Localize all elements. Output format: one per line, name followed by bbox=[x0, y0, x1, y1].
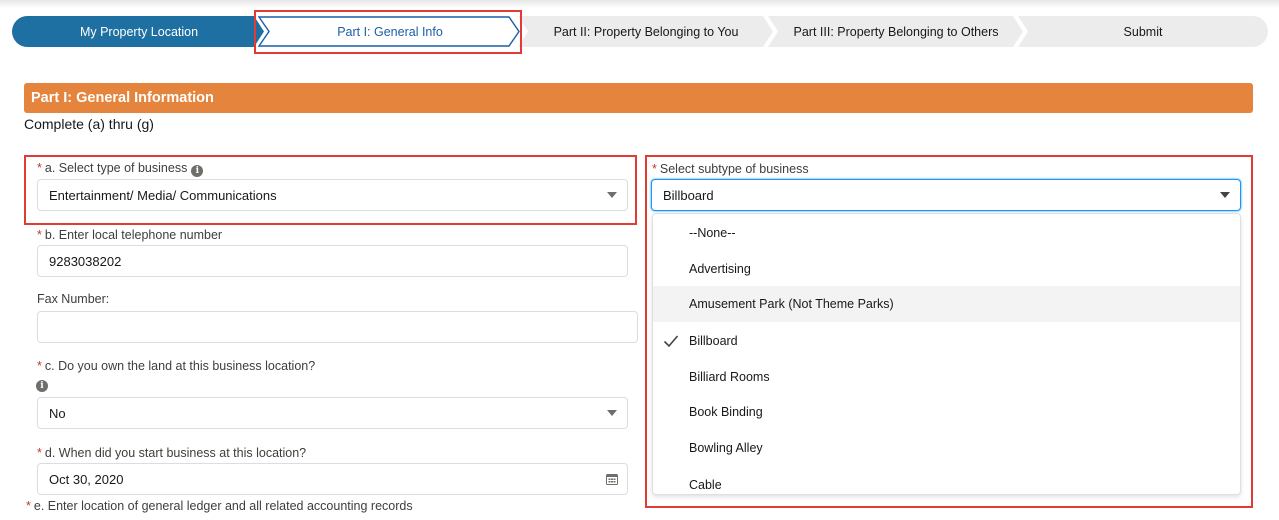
subtype-option-label: Advertising bbox=[689, 262, 751, 276]
ledger-label-text: e. Enter location of general ledger and … bbox=[33, 499, 413, 513]
subtype-option-label: Amusement Park (Not Theme Parks) bbox=[689, 297, 894, 311]
path-step-label: Part III: Property Belonging to Others bbox=[793, 24, 999, 39]
section-header: Part I: General Information bbox=[24, 83, 1253, 113]
subtype-option-selected[interactable]: Billboard bbox=[653, 323, 1240, 359]
subtype-select[interactable]: Billboard bbox=[651, 179, 1241, 211]
subtype-option[interactable]: --None-- bbox=[653, 215, 1240, 251]
path-step-label: My Property Location bbox=[79, 24, 199, 39]
own-land-value: No bbox=[49, 405, 66, 421]
subtype-option[interactable]: Cable bbox=[653, 467, 1240, 494]
path-step-label: Part I: General Info bbox=[337, 24, 443, 39]
start-date-label-text: d. When did you start business at this l… bbox=[44, 446, 307, 460]
subtype-value: Billboard bbox=[663, 187, 714, 203]
required-mark: * bbox=[37, 359, 42, 373]
subtype-option[interactable]: Advertising bbox=[653, 251, 1240, 287]
chevron-down-icon bbox=[607, 192, 617, 198]
subtype-option-label: Book Binding bbox=[689, 405, 763, 419]
subtype-option-label: Billboard bbox=[689, 334, 738, 348]
ledger-label: * e. Enter location of general ledger and… bbox=[26, 499, 413, 513]
business-type-label-text: a. Select type of business bbox=[44, 161, 188, 175]
info-icon[interactable]: i bbox=[191, 165, 204, 177]
business-type-value: Entertainment/ Media/ Communications bbox=[49, 187, 277, 203]
fax-label: Fax Number: bbox=[37, 292, 110, 306]
required-mark: * bbox=[652, 162, 657, 176]
own-land-label: * c. Do you own the land at this business… bbox=[37, 359, 315, 373]
path-step-label: Part II: Property Belonging to You bbox=[553, 24, 739, 39]
calendar-icon[interactable] bbox=[606, 473, 618, 485]
subtype-label: * Select subtype of business bbox=[652, 162, 809, 176]
start-date-input[interactable]: Oct 30, 2020 bbox=[37, 463, 628, 495]
path-step-submit[interactable]: Submit bbox=[1018, 16, 1268, 47]
telephone-value: 9283038202 bbox=[49, 253, 122, 269]
start-date-label: * d. When did you start business at this … bbox=[37, 446, 306, 460]
required-mark: * bbox=[37, 446, 42, 460]
start-date-value: Oct 30, 2020 bbox=[49, 471, 124, 487]
own-land-label-text: c. Do you own the land at this business … bbox=[44, 359, 316, 373]
subtype-label-text: Select subtype of business bbox=[659, 162, 809, 176]
path-step-property-belonging-to-others[interactable]: Part III: Property Belonging to Others bbox=[768, 16, 1024, 47]
fax-input[interactable] bbox=[37, 311, 638, 343]
business-type-select[interactable]: Entertainment/ Media/ Communications bbox=[37, 179, 628, 211]
subtype-option-label: Bowling Alley bbox=[689, 441, 763, 455]
progress-path: My Property Location Part I: General Inf… bbox=[12, 16, 1268, 47]
subtype-option-label: Billiard Rooms bbox=[689, 370, 770, 384]
chevron-down-icon bbox=[607, 410, 617, 416]
telephone-input[interactable]: 9283038202 bbox=[37, 245, 628, 277]
required-mark: * bbox=[37, 228, 42, 242]
top-edge bbox=[0, 0, 1279, 8]
required-mark: * bbox=[26, 499, 31, 513]
own-land-select[interactable]: No bbox=[37, 397, 628, 429]
section-subtitle: Complete (a) thru (g) bbox=[24, 116, 154, 132]
telephone-label-text: b. Enter local telephone number bbox=[44, 228, 223, 242]
check-icon bbox=[663, 335, 679, 348]
path-step-general-info[interactable]: Part I: General Info bbox=[258, 16, 522, 47]
business-type-label: * a. Select type of business i bbox=[37, 161, 204, 177]
subtype-option-label: Cable bbox=[689, 478, 722, 492]
section-title: Part I: General Information bbox=[31, 90, 214, 106]
chevron-down-icon bbox=[1220, 192, 1230, 198]
subtype-option[interactable]: Bowling Alley bbox=[653, 430, 1240, 466]
subtype-option[interactable]: Billiard Rooms bbox=[653, 359, 1240, 395]
subtype-option[interactable]: Book Binding bbox=[653, 394, 1240, 430]
subtype-option[interactable]: Amusement Park (Not Theme Parks) bbox=[653, 286, 1240, 322]
required-mark: * bbox=[37, 161, 42, 175]
info-icon[interactable]: i bbox=[36, 380, 48, 392]
subtype-option-label: --None-- bbox=[689, 226, 736, 240]
subtype-dropdown-list: --None-- Advertising Amusement Park (Not… bbox=[652, 213, 1241, 495]
path-step-my-property-location[interactable]: My Property Location bbox=[12, 16, 266, 47]
path-step-property-belonging-to-you[interactable]: Part II: Property Belonging to You bbox=[518, 16, 774, 47]
path-step-label: Submit bbox=[1123, 24, 1163, 39]
telephone-label: * b. Enter local telephone number bbox=[37, 228, 222, 242]
